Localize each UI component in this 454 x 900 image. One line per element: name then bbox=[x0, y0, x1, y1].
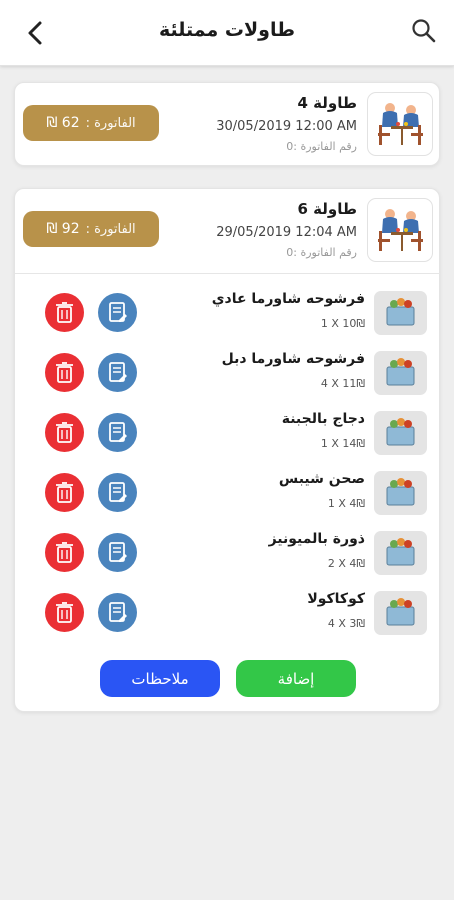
trash-icon bbox=[56, 422, 73, 443]
food-icon bbox=[374, 411, 427, 455]
table-name: طاولة 4 bbox=[297, 94, 357, 112]
item-name: ذورة بالميونيز bbox=[268, 531, 365, 547]
table-datetime: 29/05/2019 12:04 AM bbox=[216, 225, 357, 240]
app-header: طاولات ممتلئة bbox=[0, 0, 454, 66]
edit-button[interactable] bbox=[98, 293, 137, 332]
trash-icon bbox=[56, 482, 73, 503]
invoice-number: رقم الفاتورة :0 bbox=[286, 246, 357, 259]
order-item: فرشوحه شاورما عادي 1 X 10₪ bbox=[15, 286, 441, 346]
order-item: ذورة بالميونيز 2 X 4₪ bbox=[15, 526, 441, 586]
item-quantity: 4 X 11₪ bbox=[320, 377, 365, 390]
edit-button[interactable] bbox=[98, 533, 137, 572]
bill-badge[interactable]: الفاتورة : 92 ₪ bbox=[23, 211, 159, 247]
item-quantity: 4 X 3₪ bbox=[327, 617, 365, 630]
edit-button[interactable] bbox=[98, 473, 137, 512]
table-card[interactable]: طاولة 4 30/05/2019 12:00 AM رقم الفاتورة… bbox=[14, 82, 440, 166]
trash-icon bbox=[56, 302, 73, 323]
table-card-expanded: طاولة 6 29/05/2019 12:04 AM رقم الفاتورة… bbox=[14, 188, 441, 712]
dining-table-icon bbox=[367, 198, 433, 262]
food-icon bbox=[374, 591, 427, 635]
trash-icon bbox=[56, 602, 73, 623]
edit-icon bbox=[109, 482, 127, 502]
bill-label: الفاتورة : bbox=[85, 115, 136, 131]
item-name: دجاج بالجبنة bbox=[281, 411, 365, 427]
edit-button[interactable] bbox=[98, 353, 137, 392]
table-name: طاولة 6 bbox=[297, 200, 357, 218]
page-title: طاولات ممتلئة bbox=[159, 19, 295, 41]
delete-button[interactable] bbox=[45, 473, 84, 512]
delete-button[interactable] bbox=[45, 413, 84, 452]
bill-value: 92 ₪ bbox=[46, 221, 80, 237]
delete-button[interactable] bbox=[45, 593, 84, 632]
delete-button[interactable] bbox=[45, 353, 84, 392]
item-name: كوكاكولا bbox=[307, 591, 365, 607]
food-icon bbox=[374, 531, 427, 575]
edit-button[interactable] bbox=[98, 593, 137, 632]
add-button[interactable]: إضافة bbox=[236, 660, 356, 697]
item-name: صحن شيبس bbox=[278, 471, 365, 487]
dining-table-icon bbox=[367, 92, 433, 156]
edit-icon bbox=[109, 362, 127, 382]
edit-icon bbox=[109, 542, 127, 562]
bill-label: الفاتورة : bbox=[85, 221, 136, 237]
edit-icon bbox=[109, 602, 127, 622]
item-quantity: 1 X 14₪ bbox=[320, 437, 365, 450]
edit-icon bbox=[109, 302, 127, 322]
item-quantity: 1 X 4₪ bbox=[327, 497, 365, 510]
order-item: فرشوحه شاورما دبل 4 X 11₪ bbox=[15, 346, 441, 406]
trash-icon bbox=[56, 542, 73, 563]
table-datetime: 30/05/2019 12:00 AM bbox=[216, 119, 357, 134]
delete-button[interactable] bbox=[45, 533, 84, 572]
bill-value: 62 ₪ bbox=[46, 115, 80, 131]
item-quantity: 2 X 4₪ bbox=[327, 557, 365, 570]
divider bbox=[15, 273, 441, 274]
table-header[interactable]: طاولة 6 29/05/2019 12:04 AM رقم الفاتورة… bbox=[15, 189, 441, 273]
item-quantity: 1 X 10₪ bbox=[320, 317, 365, 330]
order-item: صحن شيبس 1 X 4₪ bbox=[15, 466, 441, 526]
order-item: دجاج بالجبنة 1 X 14₪ bbox=[15, 406, 441, 466]
edit-icon bbox=[109, 422, 127, 442]
table-header[interactable]: طاولة 4 30/05/2019 12:00 AM رقم الفاتورة… bbox=[15, 83, 441, 167]
notes-button[interactable]: ملاحظات bbox=[100, 660, 220, 697]
search-icon[interactable] bbox=[410, 17, 438, 45]
order-item: كوكاكولا 4 X 3₪ bbox=[15, 586, 441, 646]
edit-button[interactable] bbox=[98, 413, 137, 452]
trash-icon bbox=[56, 362, 73, 383]
bill-badge[interactable]: الفاتورة : 62 ₪ bbox=[23, 105, 159, 141]
delete-button[interactable] bbox=[45, 293, 84, 332]
invoice-number: رقم الفاتورة :0 bbox=[286, 140, 357, 153]
item-name: فرشوحه شاورما دبل bbox=[221, 351, 365, 367]
food-icon bbox=[374, 471, 427, 515]
food-icon bbox=[374, 291, 427, 335]
item-name: فرشوحه شاورما عادي bbox=[211, 291, 365, 307]
food-icon bbox=[374, 351, 427, 395]
